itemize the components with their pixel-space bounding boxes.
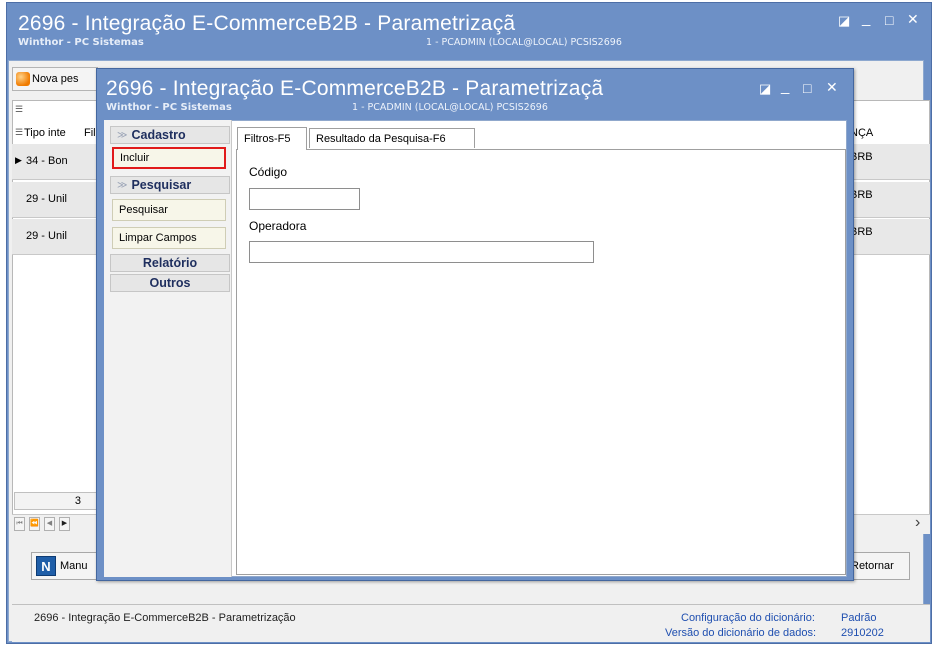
- tab-filtros[interactable]: Filtros-F5: [237, 127, 307, 149]
- active-tab-joiner: [238, 148, 306, 150]
- menu-item-limpar-campos[interactable]: Limpar Campos: [112, 227, 226, 249]
- chevron-up-icon: ≫: [117, 179, 128, 191]
- dict-version-value: 2910202: [841, 627, 884, 639]
- status-text: 2696 - Integração E-CommerceB2B - Parame…: [34, 612, 296, 624]
- nav-first-icon[interactable]: ⏮: [14, 517, 25, 531]
- inner-minimize-icon[interactable]: _: [781, 79, 789, 94]
- menu-section-label: Relatório: [142, 256, 198, 270]
- outer-close-icon[interactable]: ✕: [907, 12, 919, 27]
- dict-config-label: Configuração do dicionário:: [681, 612, 815, 624]
- nav-next-icon[interactable]: ▶: [59, 517, 70, 531]
- grid-settings-icon[interactable]: ☰: [15, 104, 23, 115]
- tab-resultado-pesquisa[interactable]: Resultado da Pesquisa-F6: [309, 128, 475, 148]
- manual-label: Manu: [60, 560, 88, 572]
- menu-section-label: Outros: [149, 276, 191, 290]
- new-search-button[interactable]: Nova pes: [12, 67, 98, 91]
- codigo-label: Código: [249, 165, 288, 179]
- inner-window-title: 2696 - Integração E-CommerceB2B - Parame…: [106, 77, 604, 100]
- menu-item-pesquisar[interactable]: Pesquisar: [112, 199, 226, 221]
- inner-window-session: 1 - PCADMIN (LOCAL@LOCAL) PCSIS2696: [352, 102, 548, 113]
- grid-cell-tipo[interactable]: 29 - Unil: [26, 193, 67, 205]
- operadora-input[interactable]: [249, 241, 594, 263]
- operadora-label: Operadora: [249, 219, 307, 233]
- chevron-up-icon: ≫: [117, 129, 128, 141]
- column-chooser-icon[interactable]: ☰: [15, 127, 23, 138]
- outer-window-title: 2696 - Integração E-CommerceB2B - Parame…: [18, 12, 516, 35]
- grid-header-tipo[interactable]: Tipo inte: [24, 127, 66, 139]
- record-count: 3: [14, 492, 98, 510]
- desktop: 2696 - Integração E-CommerceB2B - Parame…: [0, 0, 932, 648]
- current-row-indicator-icon: ▶: [15, 155, 22, 165]
- inner-maximize-icon[interactable]: □: [803, 81, 811, 96]
- menu-section-label: Cadastro: [131, 128, 186, 142]
- manual-button[interactable]: N Manu: [31, 552, 99, 580]
- nav-prev-page-icon[interactable]: ⏪: [29, 517, 40, 531]
- inner-window-subtitle: Winthor - PC Sistemas: [106, 102, 232, 113]
- menu-section-cadastro[interactable]: ≫ Cadastro: [110, 126, 230, 144]
- nav-prev-icon[interactable]: ◀: [44, 517, 55, 531]
- dict-config-value: Padrão: [841, 612, 877, 624]
- scroll-right-icon[interactable]: ›: [915, 514, 920, 532]
- filters-panel: [236, 149, 846, 575]
- outer-window-subtitle: Winthor - PC Sistemas: [18, 37, 144, 48]
- return-label: Retornar: [851, 560, 894, 572]
- outer-window-session: 1 - PCADMIN (LOCAL@LOCAL) PCSIS2696: [426, 37, 622, 48]
- codigo-input[interactable]: [249, 188, 360, 210]
- manual-icon: N: [36, 556, 56, 576]
- return-button[interactable]: Retornar: [846, 552, 910, 580]
- outer-minimize-icon[interactable]: _: [862, 11, 870, 26]
- new-search-label: Nova pes: [32, 73, 79, 85]
- grid-header-fil[interactable]: Fil: [84, 127, 96, 139]
- inner-restore-icon[interactable]: ◪: [759, 81, 771, 96]
- dict-version-label: Versão do dicionário de dados:: [665, 627, 817, 639]
- menu-section-pesquisar[interactable]: ≫ Pesquisar: [110, 176, 230, 194]
- outer-maximize-icon[interactable]: □: [885, 13, 893, 28]
- grid-cell-tipo[interactable]: 29 - Unil: [26, 230, 67, 242]
- inner-close-icon[interactable]: ✕: [826, 80, 838, 95]
- menu-section-outros[interactable]: Outros: [110, 274, 230, 292]
- new-search-icon: [16, 72, 30, 86]
- grid-cell-tipo[interactable]: 34 - Bon: [26, 155, 68, 167]
- menu-section-label: Pesquisar: [131, 178, 192, 192]
- menu-item-incluir[interactable]: Incluir: [112, 147, 226, 169]
- outer-restore-icon[interactable]: ◪: [838, 13, 850, 28]
- menu-section-relatorio[interactable]: Relatório: [110, 254, 230, 272]
